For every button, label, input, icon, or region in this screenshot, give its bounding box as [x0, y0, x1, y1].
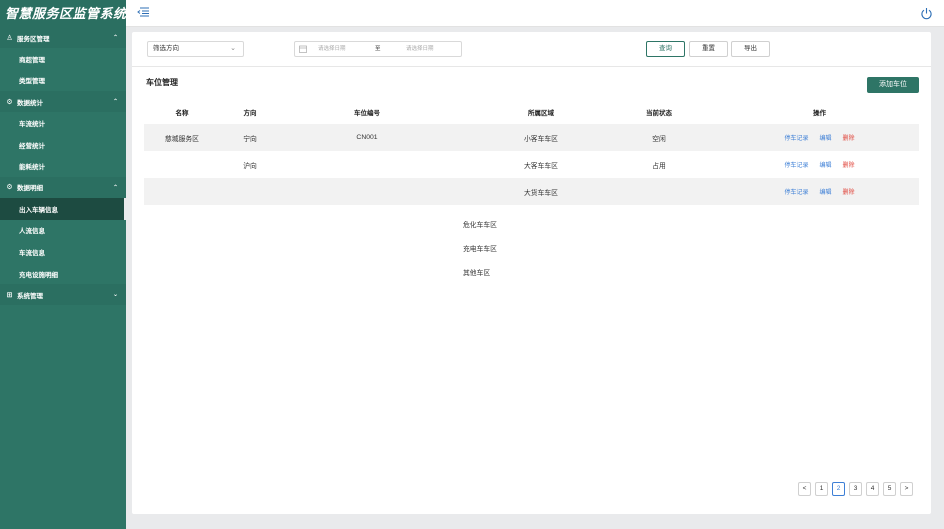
- edit-link[interactable]: 编辑: [819, 187, 831, 196]
- col-direction: 方向: [243, 110, 257, 117]
- edit-link[interactable]: 编辑: [819, 133, 831, 142]
- cell-direction: 宁向: [243, 135, 257, 143]
- cell-actions: 停车记录 编辑 删除: [690, 187, 919, 196]
- chevron-up-icon: ⌃: [112, 99, 118, 106]
- page-button[interactable]: 1: [815, 482, 828, 496]
- table-row: 大货车车区 停车记录 编辑 删除: [144, 178, 919, 205]
- parking-table: 名称 方向 车位编号 所属区域 当前状态 操作 慈城服务区 宁向 CN001 小…: [144, 100, 919, 205]
- content-card: 筛选方向 ⌄ 请选择日期 至 请选择日期 查询 重置 导出 车位管理 添加车位 …: [132, 32, 931, 514]
- date-range-picker[interactable]: 请选择日期 至 请选择日期: [294, 41, 462, 57]
- menu-item-vehicle-entry[interactable]: 出入车辆信息: [0, 197, 126, 220]
- menu-group-service-area[interactable]: ♙ 服务区管理 ⌃: [0, 27, 126, 48]
- settings-icon: ⚙: [6, 184, 13, 192]
- pagination: < 1 2 3 4 5 >: [798, 482, 913, 496]
- col-code: 车位编号: [354, 110, 380, 117]
- direction-select-value: 筛选方向: [153, 45, 179, 52]
- cell-actions: 停车记录 编辑 删除: [690, 160, 919, 169]
- next-page-button[interactable]: >: [900, 482, 913, 496]
- menu-group-details[interactable]: ⚙ 数据明细 ⌃: [0, 176, 126, 198]
- menu-item-mall[interactable]: 商超管理: [0, 48, 126, 70]
- menu-group-label: 服务区管理: [17, 35, 50, 43]
- menu-group-label: 数据统计: [17, 99, 43, 107]
- cell-area: 大客车车区: [524, 162, 558, 170]
- date-separator: 至: [375, 46, 381, 52]
- col-area: 所属区域: [528, 110, 554, 117]
- add-space-button[interactable]: 添加车位: [867, 77, 919, 93]
- cell-area: 小客车车区: [524, 135, 558, 143]
- menu-group-statistics[interactable]: ⚙ 数据统计 ⌃: [0, 91, 126, 113]
- menu-item-vehicle-flow[interactable]: 车流信息: [0, 241, 126, 263]
- direction-select[interactable]: 筛选方向 ⌄: [147, 41, 244, 57]
- chevron-up-icon: ⌃: [112, 35, 118, 41]
- table-header: 名称 方向 车位编号 所属区域 当前状态 操作: [144, 100, 919, 124]
- cell-code: CN001: [356, 134, 378, 141]
- col-actions: 操作: [813, 110, 826, 117]
- power-icon[interactable]: [920, 7, 933, 20]
- prev-page-button[interactable]: <: [798, 482, 811, 496]
- edit-link[interactable]: 编辑: [819, 160, 831, 169]
- table-row: 沪向 大客车车区 占用 停车记录 编辑 删除: [144, 151, 919, 178]
- export-button[interactable]: 导出: [731, 41, 770, 57]
- menu-collapse-icon[interactable]: [137, 7, 149, 17]
- delete-link[interactable]: 删除: [843, 133, 855, 142]
- parking-record-link[interactable]: 停车记录: [784, 160, 808, 169]
- top-bar: [126, 0, 944, 27]
- chevron-up-icon: ⌃: [112, 184, 118, 191]
- user-icon: ♙: [6, 34, 13, 42]
- cell-direction: 沪向: [243, 162, 257, 170]
- col-name: 名称: [175, 110, 189, 117]
- menu-item-people-flow[interactable]: 人流信息: [0, 219, 126, 242]
- delete-link[interactable]: 删除: [843, 160, 855, 169]
- calendar-icon: [299, 45, 307, 53]
- cell-actions: 停车记录 编辑 删除: [690, 133, 919, 142]
- cell-status: 占用: [652, 162, 666, 170]
- menu-group-label: 数据明细: [17, 185, 43, 193]
- menu-item-business-stats[interactable]: 经营统计: [0, 133, 126, 156]
- page-button[interactable]: 5: [883, 482, 896, 496]
- area-option-list: 危化车车区 充电车车区 其他车区: [463, 214, 523, 286]
- delete-link[interactable]: 删除: [843, 187, 855, 196]
- cell-area: 大货车车区: [524, 189, 558, 197]
- area-option[interactable]: 其他车区: [463, 262, 523, 286]
- app-brand: 智慧服务区监管系统: [0, 0, 126, 27]
- menu-group-label: 系统管理: [17, 292, 43, 300]
- reset-button[interactable]: 重置: [689, 41, 728, 57]
- parking-record-link[interactable]: 停车记录: [784, 187, 808, 196]
- menu-item-type[interactable]: 类型管理: [0, 69, 126, 92]
- cell-status: 空闲: [652, 135, 666, 143]
- table-row: 慈城服务区 宁向 CN001 小客车车区 空闲 停车记录 编辑 删除: [144, 124, 919, 151]
- query-button[interactable]: 查询: [646, 41, 685, 57]
- filter-bar: 筛选方向 ⌄ 请选择日期 至 请选择日期 查询 重置 导出: [132, 32, 931, 67]
- page-button-active[interactable]: 2: [832, 482, 845, 496]
- cell-name: 慈城服务区: [165, 135, 199, 143]
- page-button[interactable]: 4: [866, 482, 879, 496]
- grid-icon: ⊞: [6, 291, 13, 299]
- date-start-input[interactable]: 请选择日期: [318, 42, 346, 56]
- area-option[interactable]: 危化车车区: [463, 214, 523, 238]
- chevron-down-icon: ⌄: [230, 45, 236, 52]
- section-title: 车位管理: [146, 78, 178, 87]
- settings-icon: ⚙: [6, 98, 13, 106]
- chevron-down-icon: ⌄: [112, 292, 118, 299]
- menu-item-energy-stats[interactable]: 能耗统计: [0, 155, 126, 177]
- menu-item-charging[interactable]: 充电设施明细: [0, 262, 126, 285]
- date-end-input[interactable]: 请选择日期: [406, 42, 434, 56]
- parking-record-link[interactable]: 停车记录: [784, 133, 808, 142]
- page-button[interactable]: 3: [849, 482, 862, 496]
- col-status: 当前状态: [646, 110, 672, 117]
- menu-group-system[interactable]: ⊞ 系统管理 ⌄: [0, 284, 126, 306]
- menu-item-traffic-stats[interactable]: 车流统计: [0, 112, 126, 134]
- sidebar: 智慧服务区监管系统 ♙ 服务区管理 ⌃ 商超管理 类型管理 ⚙ 数据统计 ⌃ 车流统…: [0, 0, 126, 529]
- area-option[interactable]: 充电车车区: [463, 238, 523, 262]
